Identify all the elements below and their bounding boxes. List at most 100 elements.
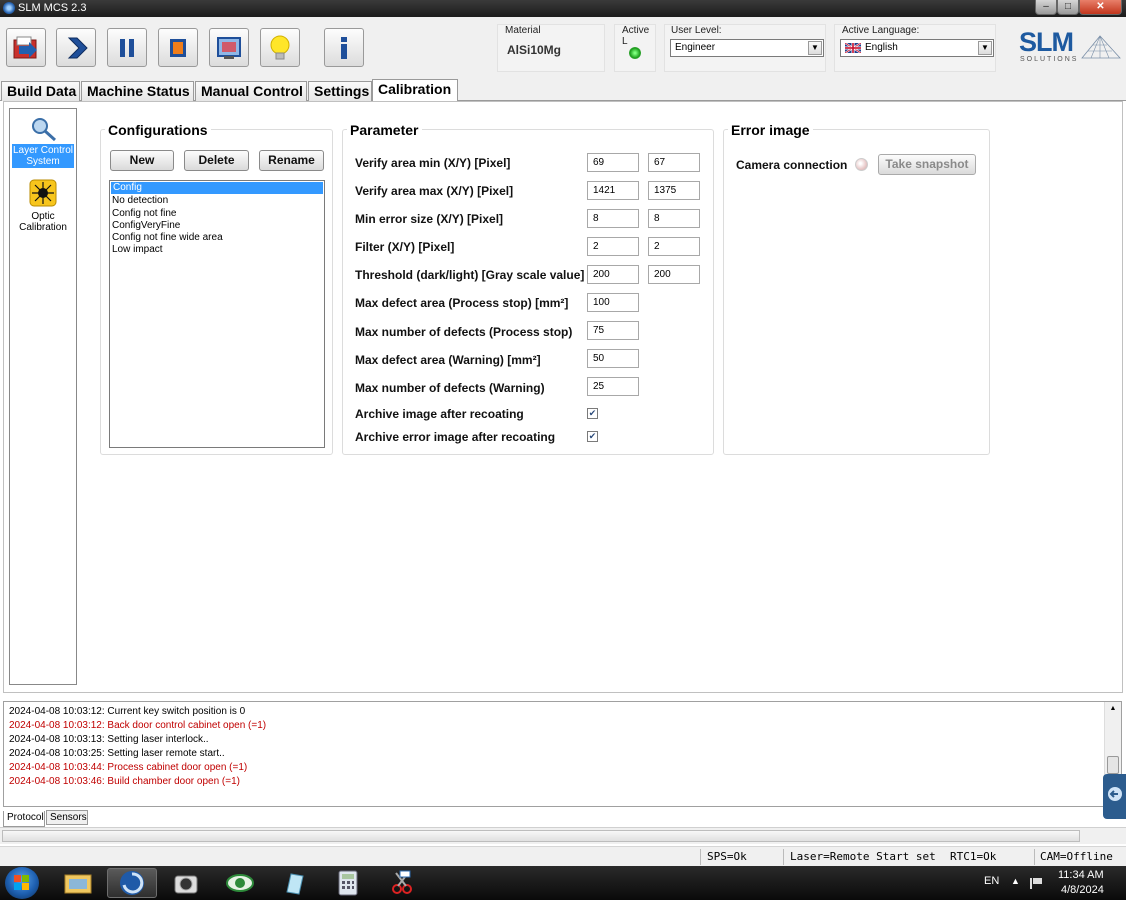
logo-grid-icon <box>1081 35 1121 59</box>
scroll-up-icon[interactable]: ▲ <box>1105 702 1121 716</box>
list-item[interactable]: Config not fine wide area <box>110 232 324 244</box>
user-level-group: User Level: Engineer ▼ <box>664 24 826 72</box>
light-button[interactable] <box>260 28 300 67</box>
info-icon <box>341 36 347 59</box>
param-label: Max defect area (Process stop) [mm²] <box>355 296 569 310</box>
info-button[interactable] <box>324 28 364 67</box>
taskbar-eye[interactable] <box>215 868 265 898</box>
windows-logo-icon <box>14 875 29 890</box>
material-group: Material AlSi10Mg <box>497 24 605 72</box>
taskbar-camera[interactable] <box>161 868 211 898</box>
threshold-light-field[interactable]: 200 <box>648 265 700 284</box>
param-label: Max defect area (Warning) [mm²] <box>355 353 541 367</box>
camera-status-led-icon <box>855 158 868 171</box>
stop-button[interactable] <box>158 28 198 67</box>
scroll-thumb[interactable] <box>2 830 1080 842</box>
calculator-icon <box>338 870 358 896</box>
verify-min-y-field[interactable]: 67 <box>648 153 700 172</box>
folder-open-icon <box>13 36 37 58</box>
start-button[interactable] <box>56 28 96 67</box>
side-panel-handle[interactable] <box>1103 774 1126 819</box>
material-label: Material <box>505 25 541 36</box>
param-label: Archive error image after recoating <box>355 430 556 444</box>
screen-button[interactable] <box>209 28 249 67</box>
tab-machine-status[interactable]: Machine Status <box>81 81 194 101</box>
take-snapshot-button[interactable]: Take snapshot <box>878 154 976 175</box>
verify-max-x-field[interactable]: 1421 <box>587 181 639 200</box>
rename-config-button[interactable]: Rename <box>259 150 324 171</box>
verify-min-x-field[interactable]: 69 <box>587 153 639 172</box>
user-level-select[interactable]: Engineer ▼ <box>670 39 824 57</box>
log-line: 2024-04-08 10:03:12: Current key switch … <box>9 706 246 717</box>
calibration-sidebar: Layer Control System Optic Calibration <box>9 108 77 685</box>
language-value: English <box>865 42 898 53</box>
camera-connection-label: Camera connection <box>736 158 848 172</box>
tab-calibration[interactable]: Calibration <box>372 79 458 102</box>
taskbar-notes[interactable] <box>269 868 319 898</box>
taskbar-explorer[interactable] <box>53 868 103 898</box>
sidebar-item-label: Optic Calibration <box>19 211 67 233</box>
tab-protocol[interactable]: Protocol <box>3 811 45 827</box>
main-tabs: Build Data Machine Status Manual Control… <box>0 79 1126 102</box>
close-button[interactable]: ✕ <box>1079 0 1122 15</box>
uk-flag-icon <box>845 43 861 53</box>
taskbar: EN ▲ 11:34 AM 4/8/2024 <box>0 866 1126 900</box>
logo-subtitle: SOLUTIONS <box>1020 56 1079 63</box>
list-item[interactable]: ConfigVeryFine <box>110 220 324 232</box>
filter-y-field[interactable]: 2 <box>648 237 700 256</box>
min-error-x-field[interactable]: 8 <box>587 209 639 228</box>
new-config-button[interactable]: New <box>110 150 174 171</box>
threshold-dark-field[interactable]: 200 <box>587 265 639 284</box>
sidebar-item-label: Layer Control System <box>12 144 74 168</box>
tab-manual-control[interactable]: Manual Control <box>195 81 307 101</box>
configurations-list[interactable]: Config No detection Config not fine Conf… <box>109 180 325 448</box>
list-item[interactable]: Config not fine <box>110 208 324 220</box>
network-icon[interactable] <box>1029 875 1045 891</box>
archive-error-image-checkbox[interactable]: ✔ <box>587 431 598 442</box>
language-group: Active Language: English ▼ <box>834 24 996 72</box>
list-item[interactable]: Low impact <box>110 244 324 256</box>
start-button[interactable] <box>5 867 39 899</box>
tab-sensors[interactable]: Sensors <box>46 810 88 825</box>
max-defects-warning-field[interactable]: 25 <box>587 377 639 396</box>
clock-time[interactable]: 11:34 AM <box>1058 869 1104 881</box>
archive-image-checkbox[interactable]: ✔ <box>587 408 598 419</box>
separator <box>1034 849 1035 865</box>
clock-date[interactable]: 4/8/2024 <box>1061 884 1104 896</box>
error-image-title: Error image <box>728 122 813 138</box>
laser-status: Laser=Remote Start set <box>790 850 936 863</box>
delete-config-button[interactable]: Delete <box>184 150 249 171</box>
pause-button[interactable] <box>107 28 147 67</box>
app-icon <box>3 2 15 14</box>
max-defect-area-stop-field[interactable]: 100 <box>587 293 639 312</box>
tray-expand-icon[interactable]: ▲ <box>1011 876 1020 886</box>
min-error-y-field[interactable]: 8 <box>648 209 700 228</box>
open-build-button[interactable] <box>6 28 46 67</box>
minimize-button[interactable]: – <box>1035 0 1057 15</box>
separator <box>783 849 784 865</box>
list-item[interactable]: No detection <box>110 195 324 207</box>
taskbar-snipping[interactable] <box>377 868 427 898</box>
scroll-thumb[interactable] <box>1107 756 1119 774</box>
filter-x-field[interactable]: 2 <box>587 237 639 256</box>
max-defect-area-warning-field[interactable]: 50 <box>587 349 639 368</box>
chevron-down-icon[interactable]: ▼ <box>808 41 822 55</box>
magnifier-wrench-icon <box>32 118 57 142</box>
taskbar-slm-mcs[interactable] <box>107 868 157 898</box>
chevron-down-icon[interactable]: ▼ <box>978 41 992 55</box>
max-defects-stop-field[interactable]: 75 <box>587 321 639 340</box>
tab-build-data[interactable]: Build Data <box>1 81 80 101</box>
language-select[interactable]: English ▼ <box>840 39 994 57</box>
tab-settings[interactable]: Settings <box>308 81 372 101</box>
sidebar-item-layer-control[interactable]: Layer Control System <box>12 115 74 170</box>
configurations-title: Configurations <box>105 122 211 138</box>
verify-max-y-field[interactable]: 1375 <box>648 181 700 200</box>
sidebar-item-optic-calibration[interactable]: Optic Calibration <box>12 179 74 235</box>
input-language[interactable]: EN <box>984 875 999 887</box>
taskbar-calculator[interactable] <box>323 868 373 898</box>
maximize-button[interactable]: □ <box>1057 0 1079 15</box>
active-label: Active L <box>622 25 650 47</box>
stop-icon <box>170 38 186 57</box>
list-item[interactable]: Config <box>111 182 323 195</box>
horizontal-scrollbar[interactable] <box>0 827 1126 844</box>
